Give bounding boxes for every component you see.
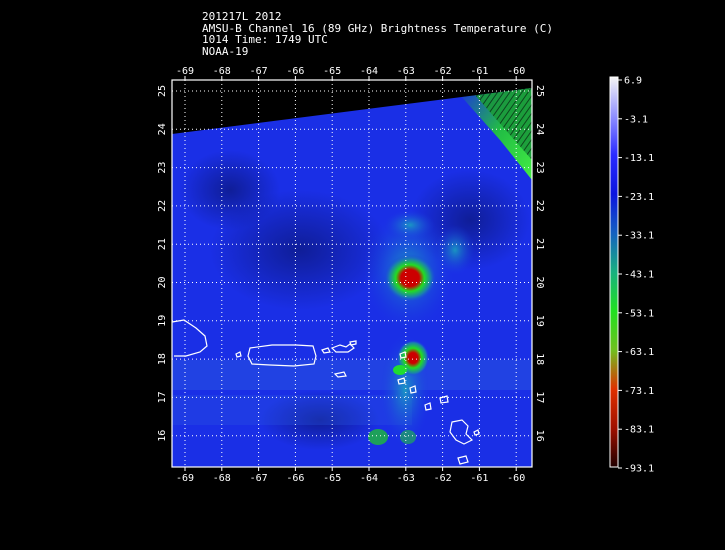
lat-label-right: 24 <box>534 123 545 135</box>
longitude-labels-top: -69 -68 -67 -66 -65 -64 -63 -62 -61 -60 <box>176 66 525 77</box>
colorbar-label: -43.1 <box>624 270 654 281</box>
lat-label-right: 19 <box>534 315 545 327</box>
colorbar-label: -93.1 <box>624 464 654 475</box>
lon-label-bottom: -63 <box>397 473 415 484</box>
lat-label-left: 17 <box>157 391 168 403</box>
lon-label-bottom: -68 <box>213 473 231 484</box>
satellite-map: -69 -68 -67 -66 -65 -64 -63 -62 -61 -60 -69 -68 -67… <box>157 66 654 484</box>
brightness-field <box>172 88 532 467</box>
lon-label-bottom: -66 <box>286 473 304 484</box>
lat-label-right: 21 <box>534 238 545 250</box>
latitude-labels-right: 25 24 23 22 21 20 19 18 17 16 <box>534 85 545 442</box>
colorbar-label: -33.1 <box>624 231 654 242</box>
latitude-labels-left: 25 24 23 22 21 20 19 18 17 16 <box>157 85 168 442</box>
lon-label-top: -62 <box>434 66 452 77</box>
lon-label-top: -68 <box>213 66 231 77</box>
lat-label-left: 21 <box>157 238 168 250</box>
colorbar-label: -63.1 <box>624 347 654 358</box>
lat-label-right: 23 <box>534 162 545 174</box>
lon-label-bottom: -62 <box>434 473 452 484</box>
lon-label-top: -66 <box>286 66 304 77</box>
lon-label-bottom: -65 <box>323 473 341 484</box>
colorbar-label: -73.1 <box>624 386 654 397</box>
lat-label-right: 22 <box>534 200 545 212</box>
lon-label-top: -63 <box>397 66 415 77</box>
lon-label-bottom: -67 <box>250 473 268 484</box>
lon-label-top: -60 <box>507 66 525 77</box>
lat-label-left: 20 <box>157 276 168 288</box>
colorbar-label: -13.1 <box>624 153 654 164</box>
lon-label-top: -64 <box>360 66 378 77</box>
lon-label-top: -61 <box>470 66 488 77</box>
lon-label-bottom: -61 <box>470 473 488 484</box>
lon-label-bottom: -64 <box>360 473 378 484</box>
lat-label-right: 17 <box>534 391 545 403</box>
lon-label-bottom: -69 <box>176 473 194 484</box>
lat-label-right: 20 <box>534 276 545 288</box>
lat-label-left: 18 <box>157 353 168 365</box>
lat-label-right: 16 <box>534 430 545 442</box>
lon-label-top: -67 <box>250 66 268 77</box>
colorbar-label: -3.1 <box>624 114 648 125</box>
colorbar-label: -83.1 <box>624 425 654 436</box>
lat-label-left: 22 <box>157 200 168 212</box>
lat-label-left: 19 <box>157 315 168 327</box>
lon-label-top: -69 <box>176 66 194 77</box>
lat-label-left: 24 <box>157 123 168 135</box>
longitude-labels-bottom: -69 -68 -67 -66 -65 -64 -63 -62 -61 -60 <box>176 473 525 484</box>
lon-label-bottom: -60 <box>507 473 525 484</box>
colorbar-scale <box>609 76 619 468</box>
lat-label-left: 16 <box>157 430 168 442</box>
lat-label-left: 25 <box>157 85 168 97</box>
colorbar-labels: 6.9 -3.1 -13.1 -23.1 -33.1 -43.1 -53.1 -63.1 -73… <box>618 76 654 475</box>
colorbar: 6.9 -3.1 -13.1 -23.1 -33.1 -43.1 -53.1 -63.1 -73… <box>609 76 654 475</box>
colorbar-label: 6.9 <box>624 76 642 87</box>
lat-label-right: 25 <box>534 85 545 97</box>
lat-label-left: 23 <box>157 162 168 174</box>
colorbar-label: -23.1 <box>624 192 654 203</box>
lon-label-top: -65 <box>323 66 341 77</box>
colorbar-label: -53.1 <box>624 308 654 319</box>
lat-label-right: 18 <box>534 353 545 365</box>
